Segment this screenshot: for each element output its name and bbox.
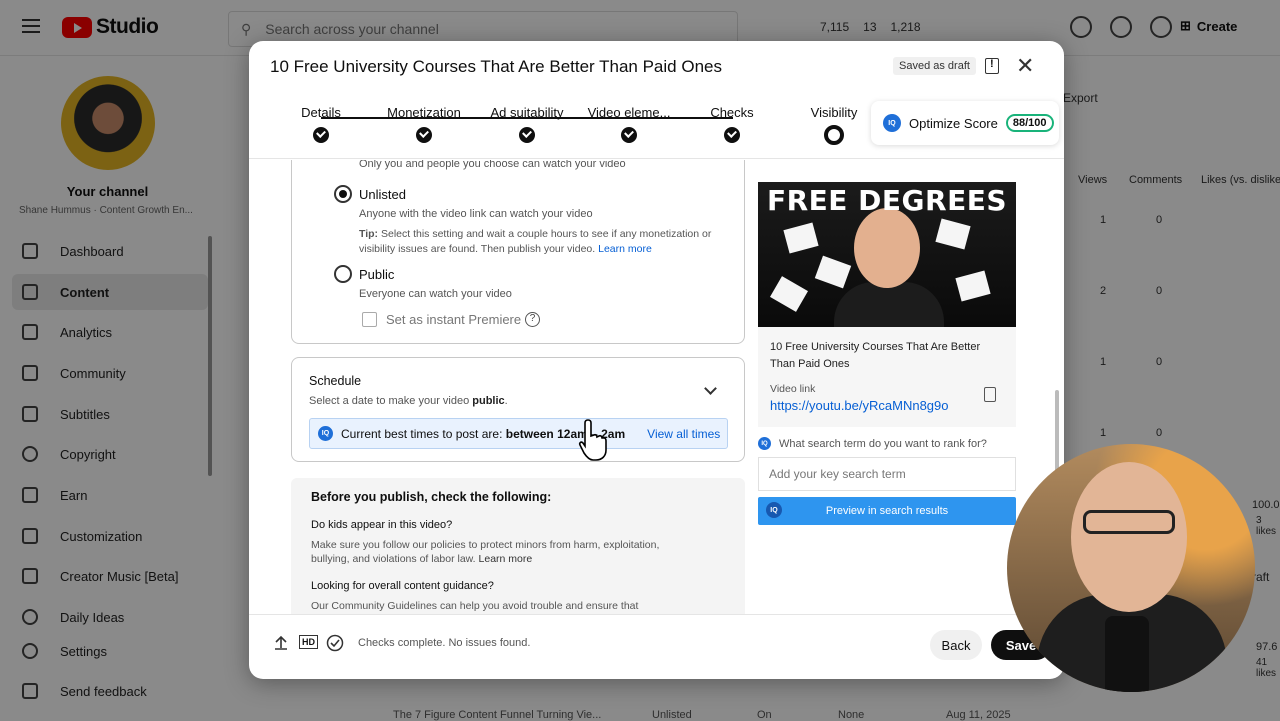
step-video-elements[interactable]: Video eleme... (574, 105, 684, 143)
instant-premiere-checkbox[interactable] (362, 312, 377, 327)
chevron-down-icon[interactable] (704, 382, 717, 395)
dialog-body: Only you and people you choose can watch… (249, 160, 1064, 614)
step-label: Checks (710, 105, 754, 120)
presenter-face (1071, 462, 1187, 612)
view-all-times-link[interactable]: View all times (647, 427, 720, 441)
step-label: Monetization (387, 105, 461, 120)
thumbnail-person-face (854, 208, 920, 288)
back-button[interactable]: Back (930, 630, 982, 660)
video-title: 10 Free University Courses That Are Bett… (770, 341, 981, 370)
schedule-desc-suffix: . (504, 395, 508, 407)
step-label: Ad suitability (490, 105, 564, 120)
current-step-icon (824, 125, 844, 145)
tip-text: Tip: Select this setting and wait a coup… (359, 227, 729, 257)
draft-status-badge: Saved as draft (893, 57, 976, 75)
upload-dialog: 10 Free University Courses That Are Bett… (249, 41, 1064, 679)
report-issue-icon[interactable] (985, 58, 999, 74)
best-times-prefix: Current best times to post are: (341, 426, 506, 441)
copy-icon[interactable] (984, 387, 996, 402)
best-times-banner: IQ Current best times to post are: betwe… (309, 418, 728, 449)
public-label[interactable]: Public (359, 267, 394, 282)
step-ad-suitability[interactable]: Ad suitability (472, 105, 582, 143)
vidiq-icon: IQ (758, 437, 771, 450)
check-icon (519, 127, 535, 143)
unlisted-description: Anyone with the video link can watch you… (359, 208, 593, 220)
optimize-score-widget[interactable]: IQ Optimize Score 88/100 (871, 101, 1059, 145)
unlisted-radio[interactable] (334, 185, 352, 203)
webcam-overlay (1007, 444, 1255, 692)
video-link[interactable]: https://youtu.be/yRcaMNn8g9o (770, 398, 1004, 413)
help-icon[interactable]: ? (525, 312, 540, 327)
video-link-label: Video link (770, 383, 816, 395)
step-label: Video eleme... (587, 105, 671, 120)
check-icon (724, 127, 740, 143)
guidance-question: Looking for overall content guidance? (311, 580, 494, 592)
hd-icon: HD (299, 635, 318, 649)
step-label: Details (301, 105, 341, 120)
preview-in-search-button[interactable]: IQ Preview in search results (758, 497, 1016, 525)
upload-icon (275, 635, 287, 650)
kids-question: Do kids appear in this video? (311, 519, 453, 531)
dialog-footer: HD Checks complete. No issues found. Bac… (249, 614, 1064, 679)
checks-status: Checks complete. No issues found. (358, 637, 531, 649)
thumbnail-paper (814, 255, 852, 289)
visibility-options: Only you and people you choose can watch… (291, 160, 745, 344)
guidance-description: Our Community Guidelines can help you av… (311, 600, 639, 612)
presenter-glasses (1083, 510, 1175, 534)
video-thumbnail[interactable]: FREE DEGREES (758, 182, 1016, 327)
step-checks[interactable]: Checks (677, 105, 787, 143)
thumbnail-paper (770, 276, 808, 312)
unlisted-label[interactable]: Unlisted (359, 187, 406, 202)
thumbnail-paper (783, 222, 819, 254)
private-description: Only you and people you choose can watch… (359, 160, 626, 170)
publish-checklist: Before you publish, check the following:… (291, 478, 745, 614)
step-monetization[interactable]: Monetization (369, 105, 479, 143)
vidiq-icon: IQ (318, 426, 333, 441)
tip-body: Select this setting and wait a couple ho… (359, 228, 712, 255)
schedule-desc-prefix: Select a date to make your video (309, 395, 473, 407)
video-preview-panel: FREE DEGREES 10 Free University Courses … (758, 182, 1016, 525)
close-icon[interactable]: ✕ (1016, 55, 1034, 77)
schedule-section[interactable]: Schedule Select a date to make your vide… (291, 357, 745, 462)
thumbnail-paper (955, 270, 991, 302)
schedule-description: Select a date to make your video public. (309, 395, 508, 407)
public-radio[interactable] (334, 265, 352, 283)
optimize-score-label: Optimize Score (909, 115, 998, 131)
vidiq-icon: IQ (766, 502, 782, 518)
schedule-title: Schedule (309, 374, 362, 388)
thumbnail-paper (935, 218, 971, 250)
key-search-term-input[interactable]: Add your key search term (758, 457, 1016, 491)
schedule-desc-bold: public (472, 395, 505, 407)
preview-button-label: Preview in search results (825, 505, 949, 517)
tip-bold: Tip: (359, 228, 379, 240)
video-info: 10 Free University Courses That Are Bett… (758, 327, 1016, 427)
public-description: Everyone can watch your video (359, 288, 512, 300)
rank-question-text: What search term do you want to rank for… (779, 437, 987, 450)
vidiq-icon: IQ (883, 114, 901, 132)
learn-more-link[interactable]: Learn more (598, 243, 652, 255)
instant-premiere-label: Set as instant Premiere (386, 312, 522, 327)
check-icon (313, 127, 329, 143)
checks-complete-icon (326, 634, 344, 652)
microphone-icon (1105, 616, 1149, 692)
kids-learn-more-link[interactable]: Learn more (479, 553, 533, 565)
checklist-title: Before you publish, check the following: (311, 490, 552, 504)
thumbnail-title: FREE DEGREES (766, 184, 1008, 217)
check-icon (416, 127, 432, 143)
step-details[interactable]: Details (266, 105, 376, 143)
kids-description: Make sure you follow our policies to pro… (311, 538, 691, 566)
check-icon (621, 127, 637, 143)
rank-question: IQ What search term do you want to rank … (758, 437, 1016, 450)
optimize-score-value: 88/100 (1005, 114, 1054, 132)
hand-cursor-icon (578, 419, 607, 461)
dialog-title: 10 Free University Courses That Are Bett… (270, 57, 722, 76)
thumbnail-person-body (834, 282, 944, 327)
